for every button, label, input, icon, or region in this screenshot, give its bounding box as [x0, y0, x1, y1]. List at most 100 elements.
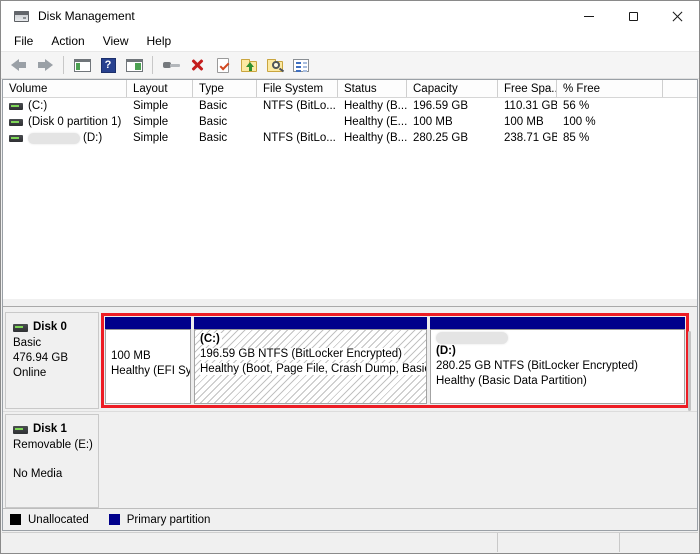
header-status[interactable]: Status — [338, 80, 407, 97]
cell-type: Basic — [193, 98, 257, 114]
partition-d-name: (D:) — [436, 345, 456, 357]
volume-list: Volume Layout Type File System Status Ca… — [3, 80, 697, 298]
partition-efi[interactable]: 100 MB Healthy (EFI Sys — [105, 317, 191, 404]
volume-list-header: Volume Layout Type File System Status Ca… — [3, 80, 697, 98]
maximize-icon — [629, 12, 638, 21]
show-action-pane-button[interactable] — [122, 54, 146, 76]
explore-button[interactable] — [263, 54, 287, 76]
header-layout[interactable]: Layout — [127, 80, 193, 97]
cell-capacity: 196.59 GB — [407, 98, 498, 114]
redacted-label — [28, 133, 80, 144]
cell-layout: Simple — [127, 130, 193, 146]
menu-view[interactable]: View — [94, 32, 138, 50]
status-bar — [2, 532, 698, 552]
disk0-status: Online — [13, 366, 98, 381]
cell-file-system: NTFS (BitLo... — [257, 130, 338, 146]
open-button[interactable] — [237, 54, 261, 76]
partition-c-size: 196.59 GB NTFS (BitLocker Encrypted) — [200, 348, 404, 360]
status-pane-tertiary — [619, 533, 698, 552]
header-pct-free[interactable]: % Free — [557, 80, 663, 97]
header-free-space[interactable]: Free Spa... — [498, 80, 557, 97]
partition-d-status: Healthy (Basic Data Partition) — [436, 374, 679, 389]
check-document-button[interactable] — [211, 54, 235, 76]
volume-name: (D:) — [83, 132, 102, 144]
cell-file-system: NTFS (BitLo... — [257, 98, 338, 114]
properties-icon — [293, 59, 309, 72]
volume-icon — [9, 119, 23, 126]
disk1-info-panel[interactable]: Disk 1 Removable (E:) No Media — [5, 414, 99, 508]
toolbar-separator — [152, 56, 153, 74]
disk0-size: 476.94 GB — [13, 351, 98, 366]
rescan-disks-button[interactable] — [159, 54, 183, 76]
help-icon: ? — [101, 58, 116, 73]
disk1-status: No Media — [13, 467, 98, 482]
document-check-icon — [217, 58, 229, 73]
header-volume[interactable]: Volume — [3, 80, 127, 97]
table-row-c[interactable]: (C:) Simple Basic NTFS (BitLo... Healthy… — [3, 98, 697, 114]
disk0-info-panel[interactable]: Disk 0 Basic 476.94 GB Online — [5, 312, 99, 409]
disk-row-separator — [3, 411, 697, 412]
cell-pct-free: 100 % — [557, 114, 663, 130]
cell-free-space: 238.71 GB — [498, 130, 557, 146]
volume-icon — [9, 135, 23, 142]
close-button[interactable] — [655, 1, 699, 31]
cell-layout: Simple — [127, 98, 193, 114]
cell-file-system — [257, 114, 338, 130]
caption-buttons — [567, 1, 699, 31]
title-bar: Disk Management — [1, 1, 699, 31]
legend-label: Primary partition — [127, 514, 211, 526]
toolbar: ? — [1, 51, 699, 79]
delete-volume-button[interactable] — [185, 54, 209, 76]
show-console-tree-button[interactable] — [70, 54, 94, 76]
menu-action[interactable]: Action — [42, 32, 93, 50]
help-button[interactable]: ? — [96, 54, 120, 76]
menu-bar: File Action View Help — [1, 31, 699, 51]
cell-capacity: 280.25 GB — [407, 130, 498, 146]
menu-file[interactable]: File — [5, 32, 42, 50]
window-title: Disk Management — [38, 9, 135, 23]
cell-layout: Simple — [127, 114, 193, 130]
disk-icon — [13, 324, 28, 332]
table-row-d[interactable]: (D:) Simple Basic NTFS (BitLo... Healthy… — [3, 130, 697, 146]
cell-pct-free: 85 % — [557, 130, 663, 146]
header-capacity[interactable]: Capacity — [407, 80, 498, 97]
back-button[interactable] — [7, 54, 31, 76]
primary-partition-swatch — [109, 514, 120, 525]
partition-c-name: (C:) — [200, 333, 220, 345]
partition-c[interactable]: (C:) 196.59 GB NTFS (BitLocker Encrypted… — [194, 317, 427, 404]
header-file-system[interactable]: File System — [257, 80, 338, 97]
status-pane-secondary — [497, 533, 619, 552]
pane-splitter[interactable] — [3, 298, 697, 307]
disk0-selection-box: 100 MB Healthy (EFI Sys (C:) 196.59 GB N… — [101, 313, 689, 408]
forward-button[interactable] — [33, 54, 57, 76]
header-filler — [663, 80, 697, 97]
redacted-label — [436, 332, 508, 344]
maximize-button[interactable] — [611, 1, 655, 31]
partition-d[interactable]: (D:) 280.25 GB NTFS (BitLocker Encrypted… — [430, 317, 685, 404]
disk0-kind: Basic — [13, 336, 98, 351]
disk-graphical-pane: Disk 0 Basic 476.94 GB Online 100 MB Hea… — [3, 307, 697, 508]
close-icon — [671, 10, 683, 22]
cell-free-space: 100 MB — [498, 114, 557, 130]
minimize-button[interactable] — [567, 1, 611, 31]
properties-button[interactable] — [289, 54, 313, 76]
partition-d-size: 280.25 GB NTFS (BitLocker Encrypted) — [436, 359, 679, 374]
disk-icon — [13, 426, 28, 434]
menu-help[interactable]: Help — [138, 32, 181, 50]
efi-status: Healthy (EFI Sys — [111, 364, 185, 379]
volume-name: (C:) — [28, 100, 47, 112]
disk-management-window: Disk Management File Action View Help ? — [0, 0, 700, 554]
primary-partition-bar — [430, 317, 685, 329]
disk0-name: Disk 0 — [33, 320, 67, 335]
legend-label: Unallocated — [28, 514, 89, 526]
client-area: Volume Layout Type File System Status Ca… — [2, 79, 698, 531]
legend-unallocated: Unallocated — [10, 514, 89, 526]
app-disk-icon — [14, 11, 29, 22]
action-pane-icon — [126, 59, 143, 72]
cell-capacity: 100 MB — [407, 114, 498, 130]
scrollbar[interactable] — [688, 331, 691, 411]
table-row-partition1[interactable]: (Disk 0 partition 1) Simple Basic Health… — [3, 114, 697, 130]
status-pane-main — [2, 533, 497, 552]
header-type[interactable]: Type — [193, 80, 257, 97]
forward-arrow-icon — [37, 59, 53, 71]
